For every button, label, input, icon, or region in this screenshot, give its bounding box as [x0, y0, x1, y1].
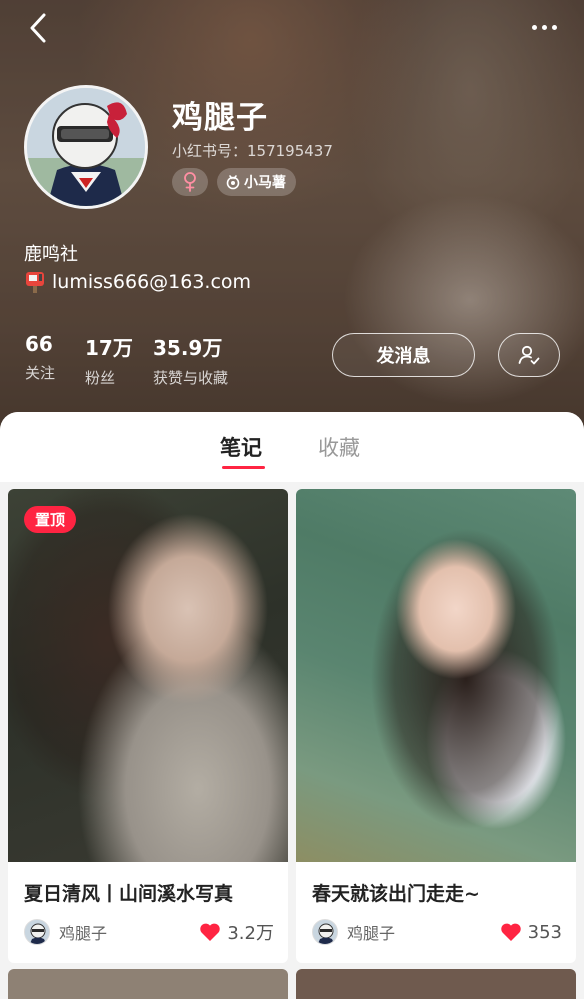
note-meta: 鸡腿子 353 — [312, 917, 562, 947]
level-label: 小马薯 — [244, 175, 286, 191]
pinned-badge: 置顶 — [24, 506, 76, 533]
heart-icon — [200, 923, 221, 941]
avatar[interactable] — [24, 85, 148, 209]
author-avatar[interactable] — [312, 919, 338, 945]
avatar-illustration — [27, 88, 145, 206]
stat-value: 17万 — [85, 336, 133, 360]
gender-tag — [172, 168, 208, 196]
email-text: lumiss666@163.com — [52, 271, 252, 293]
female-icon — [184, 172, 196, 192]
stat-following[interactable]: 66 关注 — [25, 332, 55, 383]
chevron-left-icon — [30, 13, 46, 43]
tab-collections[interactable]: 收藏 — [318, 432, 360, 462]
note-meta: 鸡腿子 3.2万 — [24, 917, 274, 947]
stat-label: 关注 — [25, 364, 56, 382]
more-dot — [551, 24, 557, 30]
like-count-text: 3.2万 — [227, 923, 274, 944]
username: 鸡腿子 — [172, 100, 268, 136]
tab-bar: 笔记 收藏 — [0, 412, 584, 482]
stat-label: 粉丝 — [85, 369, 116, 387]
note-card[interactable]: 春天就该出门走走~ 鸡腿子 353 — [296, 489, 576, 963]
note-cover-image — [8, 489, 288, 862]
like-count-text: 353 — [527, 921, 562, 943]
like-count[interactable]: 3.2万 — [199, 919, 274, 945]
bio-line-1: 鹿鸣社 — [24, 244, 78, 265]
note-card[interactable] — [8, 969, 288, 999]
follow-button[interactable] — [498, 333, 560, 377]
level-badge-icon — [226, 175, 240, 190]
user-check-icon — [518, 345, 540, 365]
note-title: 春天就该出门走走~ — [312, 883, 480, 905]
note-cover-image — [296, 489, 576, 862]
author-avatar-art — [25, 920, 49, 944]
profile-header: 鸡腿子 小红书号：157195437 小马薯 鹿鸣社 lumiss666@163… — [0, 0, 584, 440]
more-button[interactable] — [522, 12, 566, 42]
active-tab-indicator — [222, 466, 265, 469]
more-dots-icon — [531, 24, 537, 30]
heart-icon — [500, 923, 521, 941]
note-card[interactable]: 置顶 夏日清风丨山间溪水写真 鸡腿子 3.2万 — [8, 489, 288, 963]
note-author: 鸡腿子 — [59, 924, 108, 943]
stat-value: 35.9万 — [153, 336, 223, 360]
bio-line-2: lumiss666@163.com — [24, 270, 251, 294]
back-button[interactable] — [20, 10, 56, 46]
more-dot — [541, 24, 547, 30]
user-id: 小红书号：157195437 — [172, 142, 333, 160]
note-author: 鸡腿子 — [347, 924, 396, 943]
tab-notes[interactable]: 笔记 — [220, 432, 262, 462]
stat-fans[interactable]: 17万 粉丝 — [85, 332, 133, 388]
stat-likes-collects[interactable]: 35.9万 获赞与收藏 — [153, 332, 228, 388]
note-card[interactable] — [296, 969, 576, 999]
stat-label: 获赞与收藏 — [153, 369, 229, 387]
stat-value: 66 — [25, 332, 53, 356]
author-avatar-art — [313, 920, 337, 944]
mailbox-icon — [26, 272, 44, 293]
content-panel: 笔记 收藏 置顶 夏日清风丨山间溪水写真 鸡腿子 3.2万 春天就该出门走走~ … — [0, 412, 584, 999]
level-tag[interactable]: 小马薯 — [217, 168, 296, 196]
author-avatar[interactable] — [24, 919, 50, 945]
note-title: 夏日清风丨山间溪水写真 — [24, 883, 234, 905]
like-count[interactable]: 353 — [500, 922, 562, 943]
send-message-button[interactable]: 发消息 — [332, 333, 475, 377]
